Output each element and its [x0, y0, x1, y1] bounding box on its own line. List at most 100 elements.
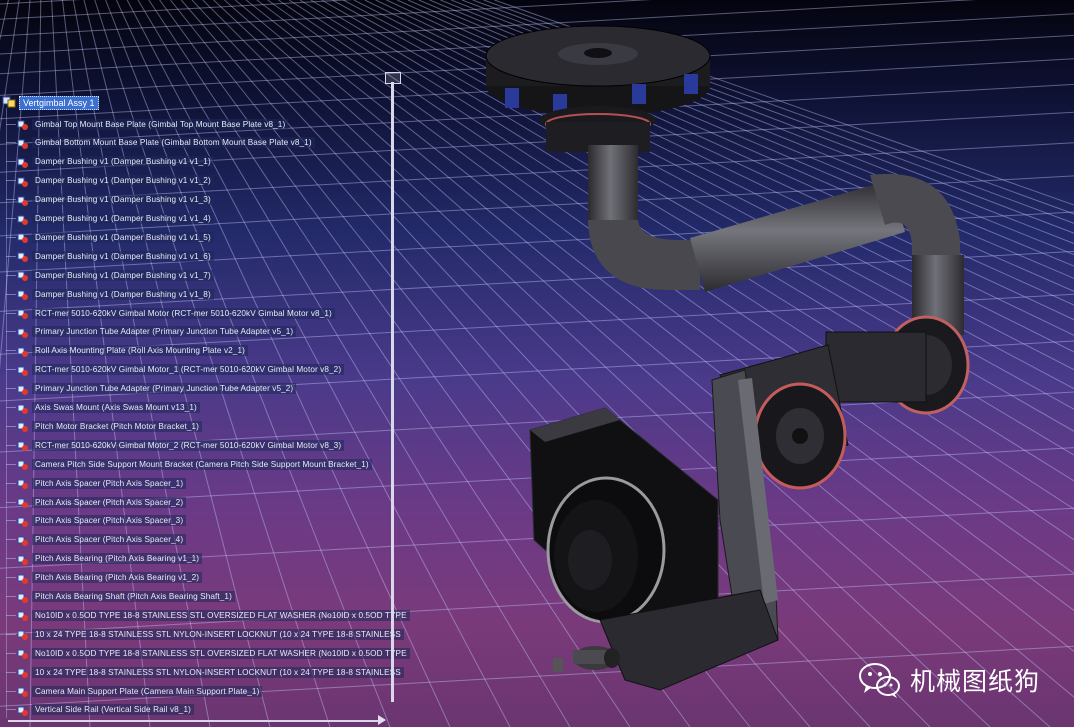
part-icon [17, 685, 29, 697]
tree-item-label: Pitch Axis Bearing (Pitch Axis Bearing v… [32, 553, 203, 565]
top-mount-plate [485, 25, 711, 152]
tree-item[interactable]: Damper Bushing v1 (Damper Bushing v1 v1_… [0, 211, 214, 227]
tree-branch-line [6, 671, 16, 673]
tree-item-label: RCT-mer 5010-620kV Gimbal Motor_1 (RCT-m… [32, 364, 345, 376]
part-icon [17, 175, 29, 187]
tree-item[interactable]: 10 x 24 TYPE 18-8 STAINLESS STL NYLON-IN… [0, 664, 404, 680]
tree-item[interactable]: 10 x 24 TYPE 18-8 STAINLESS STL NYLON-IN… [0, 626, 404, 642]
tree-item[interactable]: Camera Pitch Side Support Mount Bracket … [0, 456, 372, 472]
tree-item[interactable]: Gimbal Top Mount Base Plate (Gimbal Top … [0, 116, 289, 132]
tree-branch-line [6, 501, 16, 503]
vertical-scrollbar[interactable] [385, 70, 401, 716]
specification-tree[interactable]: Vertgimbal Assy 1 Gimbal Top Mount Base … [0, 94, 410, 724]
tree-item[interactable]: No10ID x 0.5OD TYPE 18-8 STAINLESS STL O… [0, 645, 410, 661]
part-icon [17, 477, 29, 490]
part-icon [17, 572, 29, 584]
tree-branch-line [6, 444, 16, 446]
tree-item-label: Damper Bushing v1 (Damper Bushing v1 v1_… [32, 213, 214, 224]
tree-item-label: Gimbal Bottom Mount Base Plate (Gimbal B… [32, 137, 315, 149]
part-icon [17, 194, 29, 206]
tree-item-label: Damper Bushing v1 (Damper Bushing v1 v1_… [32, 231, 214, 243]
part-icon [17, 402, 29, 414]
part-icon [17, 609, 29, 622]
part-icon [17, 383, 29, 395]
tree-item[interactable]: Pitch Axis Spacer (Pitch Axis Spacer_1) [0, 475, 187, 491]
tree-item[interactable]: Damper Bushing v1 (Damper Bushing v1 v1_… [0, 192, 214, 208]
scroll-right-arrow-icon[interactable] [378, 715, 386, 725]
tree-item-label: RCT-mer 5010-620kV Gimbal Motor_2 (RCT-m… [32, 439, 345, 451]
tree-item[interactable]: Damper Bushing v1 (Damper Bushing v1 v1_… [0, 154, 214, 170]
part-icon [17, 250, 29, 263]
watermark: 机械图纸狗 [858, 660, 1040, 700]
tree-item[interactable]: Pitch Axis Bearing Shaft (Pitch Axis Bea… [0, 589, 235, 605]
tree-branch-line [6, 350, 16, 352]
tree-branch-line [6, 199, 16, 201]
tree-branch-line [6, 652, 16, 654]
tree-item[interactable]: RCT-mer 5010-620kV Gimbal Motor_1 (RCT-m… [0, 362, 345, 378]
tree-item[interactable]: Primary Junction Tube Adapter (Primary J… [0, 324, 297, 340]
tree-branch-line [6, 709, 16, 711]
part-icon [17, 345, 29, 357]
tree-item-label: Damper Bushing v1 (Damper Bushing v1 v1_… [32, 156, 214, 168]
tree-item[interactable]: RCT-mer 5010-620kV Gimbal Motor_2 (RCT-m… [0, 437, 345, 453]
tree-item-label: Axis Swas Mount (Axis Swas Mount v13_1) [32, 402, 200, 413]
tree-item[interactable]: Damper Bushing v1 (Damper Bushing v1 v1_… [0, 173, 214, 189]
tree-item[interactable]: RCT-mer 5010-620kV Gimbal Motor (RCT-mer… [0, 305, 335, 321]
tree-item[interactable]: No10ID x 0.5OD TYPE 18-8 STAINLESS STL O… [0, 607, 410, 623]
part-icon [17, 515, 29, 527]
tree-item-label: Damper Bushing v1 (Damper Bushing v1 v1_… [32, 175, 214, 187]
tree-item[interactable]: Pitch Axis Spacer (Pitch Axis Spacer_2) [0, 494, 187, 510]
tree-item-label: Pitch Axis Spacer (Pitch Axis Spacer_1) [32, 477, 187, 489]
tree-branch-line [6, 312, 16, 314]
tree-item-label: Pitch Axis Bearing (Pitch Axis Bearing v… [32, 572, 203, 584]
horizontal-scrollbar[interactable] [8, 715, 386, 725]
tree-item[interactable]: Camera Main Support Plate (Camera Main S… [0, 683, 263, 699]
tree-branch-line [6, 161, 16, 163]
tree-item[interactable]: Damper Bushing v1 (Damper Bushing v1 v1_… [0, 286, 214, 302]
tree-item[interactable]: Pitch Axis Spacer (Pitch Axis Spacer_4) [0, 532, 187, 548]
tree-item-label: Roll Axis Mounting Plate (Roll Axis Moun… [32, 345, 248, 357]
tree-item[interactable]: Pitch Axis Bearing (Pitch Axis Bearing v… [0, 570, 203, 586]
part-icon [17, 439, 29, 452]
tree-item-label: Damper Bushing v1 (Damper Bushing v1 v1_… [32, 288, 214, 300]
tree-branch-line [6, 633, 16, 635]
tree-item[interactable]: Gimbal Bottom Mount Base Plate (Gimbal B… [0, 135, 315, 151]
tree-branch-line [6, 425, 16, 427]
tree-item[interactable]: Primary Junction Tube Adapter (Primary J… [0, 381, 297, 397]
tree-item-label: RCT-mer 5010-620kV Gimbal Motor (RCT-mer… [32, 307, 335, 319]
tree-item-label: 10 x 24 TYPE 18-8 STAINLESS STL NYLON-IN… [32, 628, 404, 640]
part-icon [17, 591, 29, 603]
tree-branch-line [6, 558, 16, 560]
part-icon [17, 704, 29, 716]
scroll-thumb[interactable] [385, 72, 401, 84]
gimbal-3d-model[interactable] [470, 20, 990, 720]
tree-branch-line [6, 142, 16, 144]
tree-branch-line [6, 293, 16, 295]
tree-item[interactable]: Pitch Motor Bracket (Pitch Motor Bracket… [0, 418, 203, 434]
tree-item-label: Pitch Axis Spacer (Pitch Axis Spacer_4) [32, 534, 187, 546]
tree-item[interactable]: Damper Bushing v1 (Damper Bushing v1 v1_… [0, 229, 214, 245]
part-icon [17, 647, 29, 660]
tree-branch-line [6, 123, 16, 125]
part-icon [17, 269, 29, 282]
tree-item[interactable]: Damper Bushing v1 (Damper Bushing v1 v1_… [0, 248, 214, 264]
part-icon [17, 496, 29, 508]
tree-branch-line [6, 331, 16, 333]
tree-item[interactable]: Roll Axis Mounting Plate (Roll Axis Moun… [0, 343, 248, 359]
tree-branch-line [6, 520, 16, 522]
tree-item[interactable]: Pitch Axis Spacer (Pitch Axis Spacer_3) [0, 513, 187, 529]
tree-item[interactable]: Damper Bushing v1 (Damper Bushing v1 v1_… [0, 267, 214, 283]
watermark-text: 机械图纸狗 [910, 667, 1041, 696]
tree-item[interactable]: Axis Swas Mount (Axis Swas Mount v13_1) [0, 400, 200, 416]
pitch-motor [753, 382, 847, 490]
tree-item-label: No10ID x 0.5OD TYPE 18-8 STAINLESS STL O… [32, 647, 410, 659]
part-icon [17, 118, 29, 130]
tree-branch-line [6, 463, 16, 465]
tree-item-label: Primary Junction Tube Adapter (Primary J… [32, 326, 297, 338]
tree-item[interactable]: Pitch Axis Bearing (Pitch Axis Bearing v… [0, 551, 203, 567]
tree-root-node[interactable]: Vertgimbal Assy 1 [2, 94, 99, 112]
part-icon [17, 326, 29, 338]
3d-viewport[interactable]: Vertgimbal Assy 1 Gimbal Top Mount Base … [0, 0, 1074, 727]
part-icon [17, 231, 29, 244]
tree-branch-line [6, 407, 16, 408]
